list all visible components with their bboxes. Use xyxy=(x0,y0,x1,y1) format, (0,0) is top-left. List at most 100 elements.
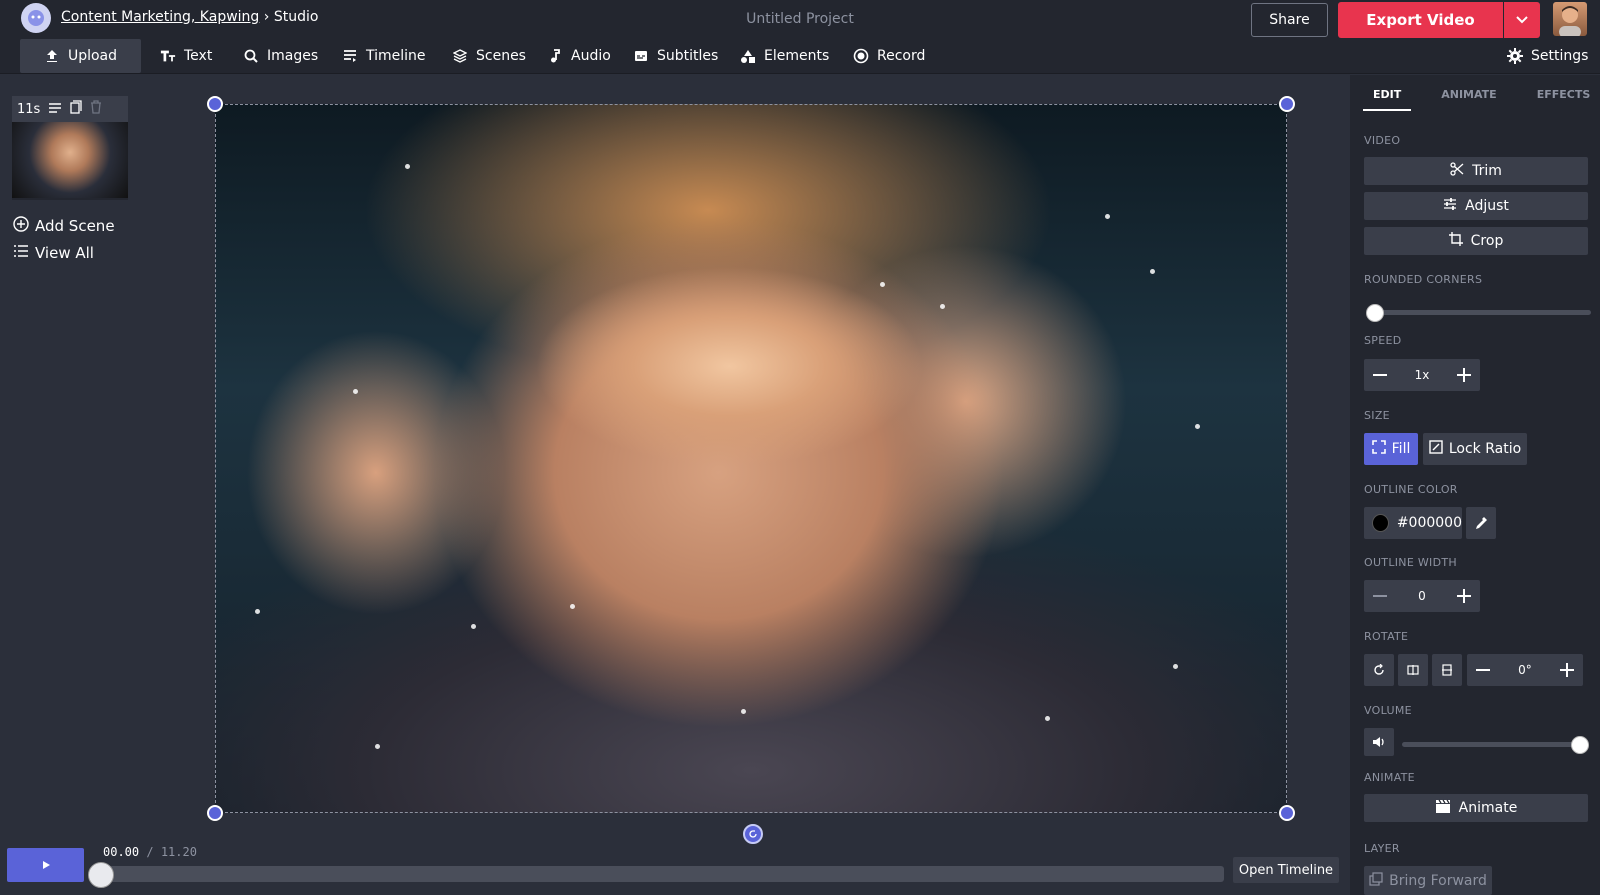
nav-upload[interactable]: Upload xyxy=(20,39,141,73)
nav-record[interactable]: Record xyxy=(853,38,925,74)
rotate-handle[interactable] xyxy=(743,824,763,844)
flip-horizontal-icon xyxy=(1407,665,1419,675)
total-time: 11.20 xyxy=(160,845,197,859)
nav-scenes[interactable]: Scenes xyxy=(452,38,526,74)
nav-elements[interactable]: Elements xyxy=(740,38,829,74)
nav-upload-label: Upload xyxy=(67,48,118,64)
fill-button[interactable]: Fill xyxy=(1364,433,1418,465)
play-button[interactable] xyxy=(7,848,84,882)
settings-button[interactable]: Settings xyxy=(1507,38,1588,74)
adjust-label: Adjust xyxy=(1465,198,1509,214)
crop-label: Crop xyxy=(1470,233,1504,249)
nav-images[interactable]: Images xyxy=(243,38,318,74)
current-time: 00.00 xyxy=(103,845,140,859)
video-section-label: VIDEO xyxy=(1364,134,1401,147)
tab-animate[interactable]: ANIMATE xyxy=(1431,82,1506,111)
settings-label: Settings xyxy=(1531,48,1589,64)
plus-icon xyxy=(1560,663,1574,677)
user-avatar[interactable] xyxy=(1553,2,1587,36)
mute-button[interactable] xyxy=(1364,728,1394,756)
speed-value[interactable]: 1x xyxy=(1396,368,1448,382)
nav-timeline[interactable]: Timeline xyxy=(342,38,426,74)
speaker-icon xyxy=(1373,737,1384,747)
nav-audio[interactable]: Audio xyxy=(547,38,611,74)
open-timeline-button[interactable]: Open Timeline xyxy=(1233,857,1339,883)
nav-subtitles[interactable]: Subtitles xyxy=(633,38,718,74)
export-options-button[interactable] xyxy=(1504,2,1540,38)
outline-width-increase-button[interactable] xyxy=(1448,580,1480,612)
flip-vertical-icon xyxy=(1442,664,1452,676)
volume-slider[interactable] xyxy=(1402,742,1580,747)
resize-handle-bottom-right[interactable] xyxy=(1279,805,1295,821)
nav-text[interactable]: Text xyxy=(160,38,212,74)
breadcrumb-current: Studio xyxy=(273,9,319,25)
scene-card[interactable]: 11s xyxy=(12,96,128,200)
tab-edit[interactable]: EDIT xyxy=(1363,82,1412,111)
record-icon xyxy=(853,48,869,64)
rounded-corners-slider[interactable] xyxy=(1371,310,1591,315)
outline-color-value: #000000 xyxy=(1396,515,1462,531)
resize-handle-bottom-left[interactable] xyxy=(207,805,223,821)
lock-ratio-button[interactable]: Lock Ratio xyxy=(1423,433,1527,465)
fill-label: Fill xyxy=(1391,441,1411,457)
trash-icon[interactable] xyxy=(90,100,102,118)
outline-width-label: OUTLINE WIDTH xyxy=(1364,556,1457,569)
share-button[interactable]: Share xyxy=(1251,3,1328,37)
scene-card-header: 11s xyxy=(12,96,128,122)
breadcrumb-workspace-link[interactable]: Content Marketing, Kapwing xyxy=(61,9,259,25)
animate-section-label: ANIMATE xyxy=(1364,771,1415,784)
outline-width-decrease-button[interactable] xyxy=(1364,580,1396,612)
sliders-icon xyxy=(1443,197,1457,215)
crop-button[interactable]: Crop xyxy=(1364,227,1588,255)
aspect-ratio-icon xyxy=(1429,440,1443,458)
volume-knob[interactable] xyxy=(1571,736,1589,754)
scrubber-handle[interactable] xyxy=(88,862,114,888)
plus-circle-icon xyxy=(13,216,29,236)
eyedropper-button[interactable] xyxy=(1466,507,1496,539)
gear-icon xyxy=(1507,48,1523,64)
upload-icon xyxy=(44,48,60,64)
nav-record-label: Record xyxy=(877,48,926,64)
animate-button[interactable]: Animate xyxy=(1364,794,1588,822)
tab-effects[interactable]: EFFECTS xyxy=(1527,82,1600,111)
export-video-button[interactable]: Export Video xyxy=(1338,2,1503,38)
speed-increase-button[interactable] xyxy=(1448,359,1480,391)
play-icon xyxy=(42,861,50,869)
kapwing-logo[interactable] xyxy=(21,3,51,33)
rotate-increase-button[interactable] xyxy=(1551,654,1583,686)
project-title[interactable]: Untitled Project xyxy=(700,11,900,27)
outline-color-picker[interactable]: #000000 xyxy=(1364,507,1462,539)
outline-width-stepper: 0 xyxy=(1364,580,1480,612)
animate-label: Animate xyxy=(1458,800,1518,816)
duplicate-icon[interactable] xyxy=(70,100,82,118)
expand-icon xyxy=(1371,440,1386,458)
view-all-button[interactable]: View All xyxy=(13,244,94,262)
layer-label: LAYER xyxy=(1364,842,1400,855)
bring-forward-button[interactable]: Bring Forward xyxy=(1364,866,1492,895)
speed-decrease-button[interactable] xyxy=(1364,359,1396,391)
bring-forward-label: Bring Forward xyxy=(1389,872,1487,889)
adjust-button[interactable]: Adjust xyxy=(1364,192,1588,220)
resize-handle-top-left[interactable] xyxy=(207,96,223,112)
rotate-value[interactable]: 0° xyxy=(1499,663,1551,677)
add-scene-button[interactable]: Add Scene xyxy=(13,216,115,236)
nav-subtitles-label: Subtitles xyxy=(657,48,719,64)
rotate-clockwise-button[interactable] xyxy=(1364,654,1394,686)
flip-vertical-button[interactable] xyxy=(1432,654,1462,686)
lock-ratio-label: Lock Ratio xyxy=(1448,441,1522,457)
rounded-corners-knob[interactable] xyxy=(1366,304,1384,322)
nav-timeline-label: Timeline xyxy=(366,48,426,64)
scene-menu-icon[interactable] xyxy=(48,102,62,117)
shapes-icon xyxy=(740,48,756,64)
plus-icon xyxy=(1457,589,1471,603)
resize-handle-top-right[interactable] xyxy=(1279,96,1295,112)
flip-horizontal-button[interactable] xyxy=(1398,654,1428,686)
rotate-decrease-button[interactable] xyxy=(1467,654,1499,686)
scene-duration: 11s xyxy=(17,101,41,117)
trim-button[interactable]: Trim xyxy=(1364,157,1588,185)
playback-scrubber[interactable] xyxy=(99,866,1224,882)
scene-thumbnail[interactable] xyxy=(12,122,128,198)
layers-icon xyxy=(452,48,468,64)
clapperboard-icon xyxy=(1435,799,1451,817)
outline-width-value[interactable]: 0 xyxy=(1396,589,1448,603)
